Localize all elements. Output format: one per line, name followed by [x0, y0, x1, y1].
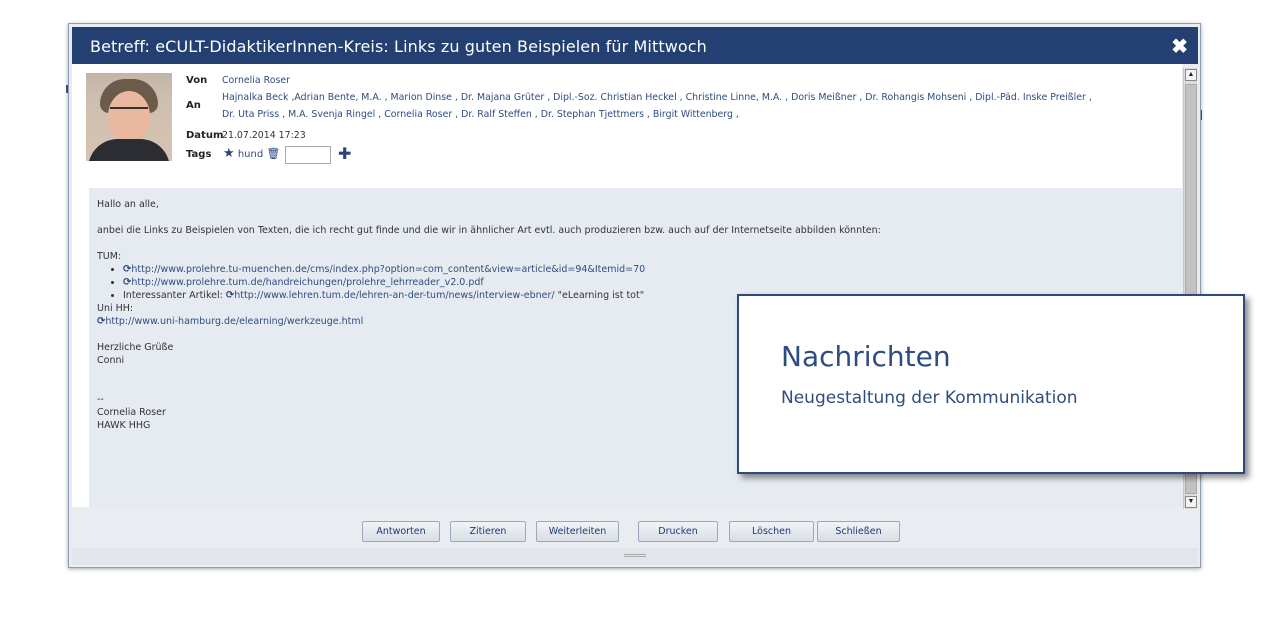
external-link-icon: ⟳: [225, 290, 235, 301]
quote-button[interactable]: Zitieren: [450, 521, 526, 542]
date-label: Datum: [186, 130, 224, 141]
dialog-titlebar[interactable]: Betreff: eCULT-DidaktikerInnen-Kreis: Li…: [72, 27, 1198, 64]
from-value[interactable]: Cornelia Roser: [222, 75, 290, 86]
callout-box: Nachrichten Neugestaltung der Kommunikat…: [737, 294, 1245, 474]
star-icon: ★: [223, 146, 235, 161]
close-button[interactable]: Schließen: [817, 521, 900, 542]
link-prolehre-reader[interactable]: http://www.prolehre.tum.de/handreichunge…: [131, 277, 483, 288]
print-button[interactable]: Drucken: [638, 521, 718, 542]
greeting: Hallo an alle,: [97, 199, 159, 210]
to-label: An: [186, 100, 201, 111]
callout-subheading: Neugestaltung der Kommunikation: [781, 388, 1078, 408]
tag-input[interactable]: [285, 146, 331, 164]
action-buttons: Antworten Zitieren Weiterleiten Drucken …: [69, 519, 1202, 549]
scroll-up-icon[interactable]: ▲: [1185, 69, 1197, 81]
list-item: ⟳http://www.prolehre.tu-muenchen.de/cms/…: [123, 263, 1174, 276]
forward-button[interactable]: Weiterleiten: [536, 521, 619, 542]
to-line-2[interactable]: Dr. Uta Priss , M.A. Svenja Ringel , Cor…: [222, 109, 739, 120]
trash-icon[interactable]: 🗑: [266, 147, 280, 160]
avatar-glasses: [110, 107, 148, 115]
tag-label[interactable]: hund: [238, 149, 263, 160]
tags-row: ★ hund 🗑 ✚: [223, 144, 351, 164]
avatar-shirt: [88, 139, 170, 161]
callout-heading: Nachrichten: [781, 340, 951, 373]
date-value: 21.07.2014 17:23: [222, 130, 306, 141]
resize-grip[interactable]: [624, 554, 646, 557]
reply-button[interactable]: Antworten: [362, 521, 440, 542]
list-item: ⟳http://www.prolehre.tum.de/handreichung…: [123, 276, 1174, 289]
article-label: Interessanter Artikel:: [123, 290, 223, 301]
article-title: "eLearning ist tot": [557, 290, 645, 301]
page: Betreff: eCULT-DidaktikerInnen-Kreis: Li…: [0, 0, 1280, 620]
from-label: Von: [186, 75, 208, 86]
to-line-1[interactable]: Hajnalka Beck ,Adrian Bente, M.A. , Mari…: [222, 92, 1092, 103]
dialog-title: Betreff: eCULT-DidaktikerInnen-Kreis: Li…: [90, 37, 707, 56]
avatar-face: [108, 91, 150, 141]
close-icon[interactable]: ✖: [1171, 34, 1188, 59]
link-uni-hamburg[interactable]: http://www.uni-hamburg.de/elearning/werk…: [105, 316, 363, 327]
intro-text: anbei die Links zu Beispielen von Texten…: [97, 225, 881, 236]
tags-label: Tags: [186, 149, 212, 160]
tum-label: TUM:: [97, 251, 122, 262]
delete-button[interactable]: Löschen: [729, 521, 814, 542]
add-tag-icon[interactable]: ✚: [338, 144, 351, 163]
scroll-down-icon[interactable]: ▼: [1185, 496, 1197, 508]
avatar: [86, 73, 172, 161]
link-prolehre-cms[interactable]: http://www.prolehre.tu-muenchen.de/cms/i…: [131, 264, 645, 275]
link-interview[interactable]: http://www.lehren.tum.de/lehren-an-der-t…: [234, 290, 554, 301]
